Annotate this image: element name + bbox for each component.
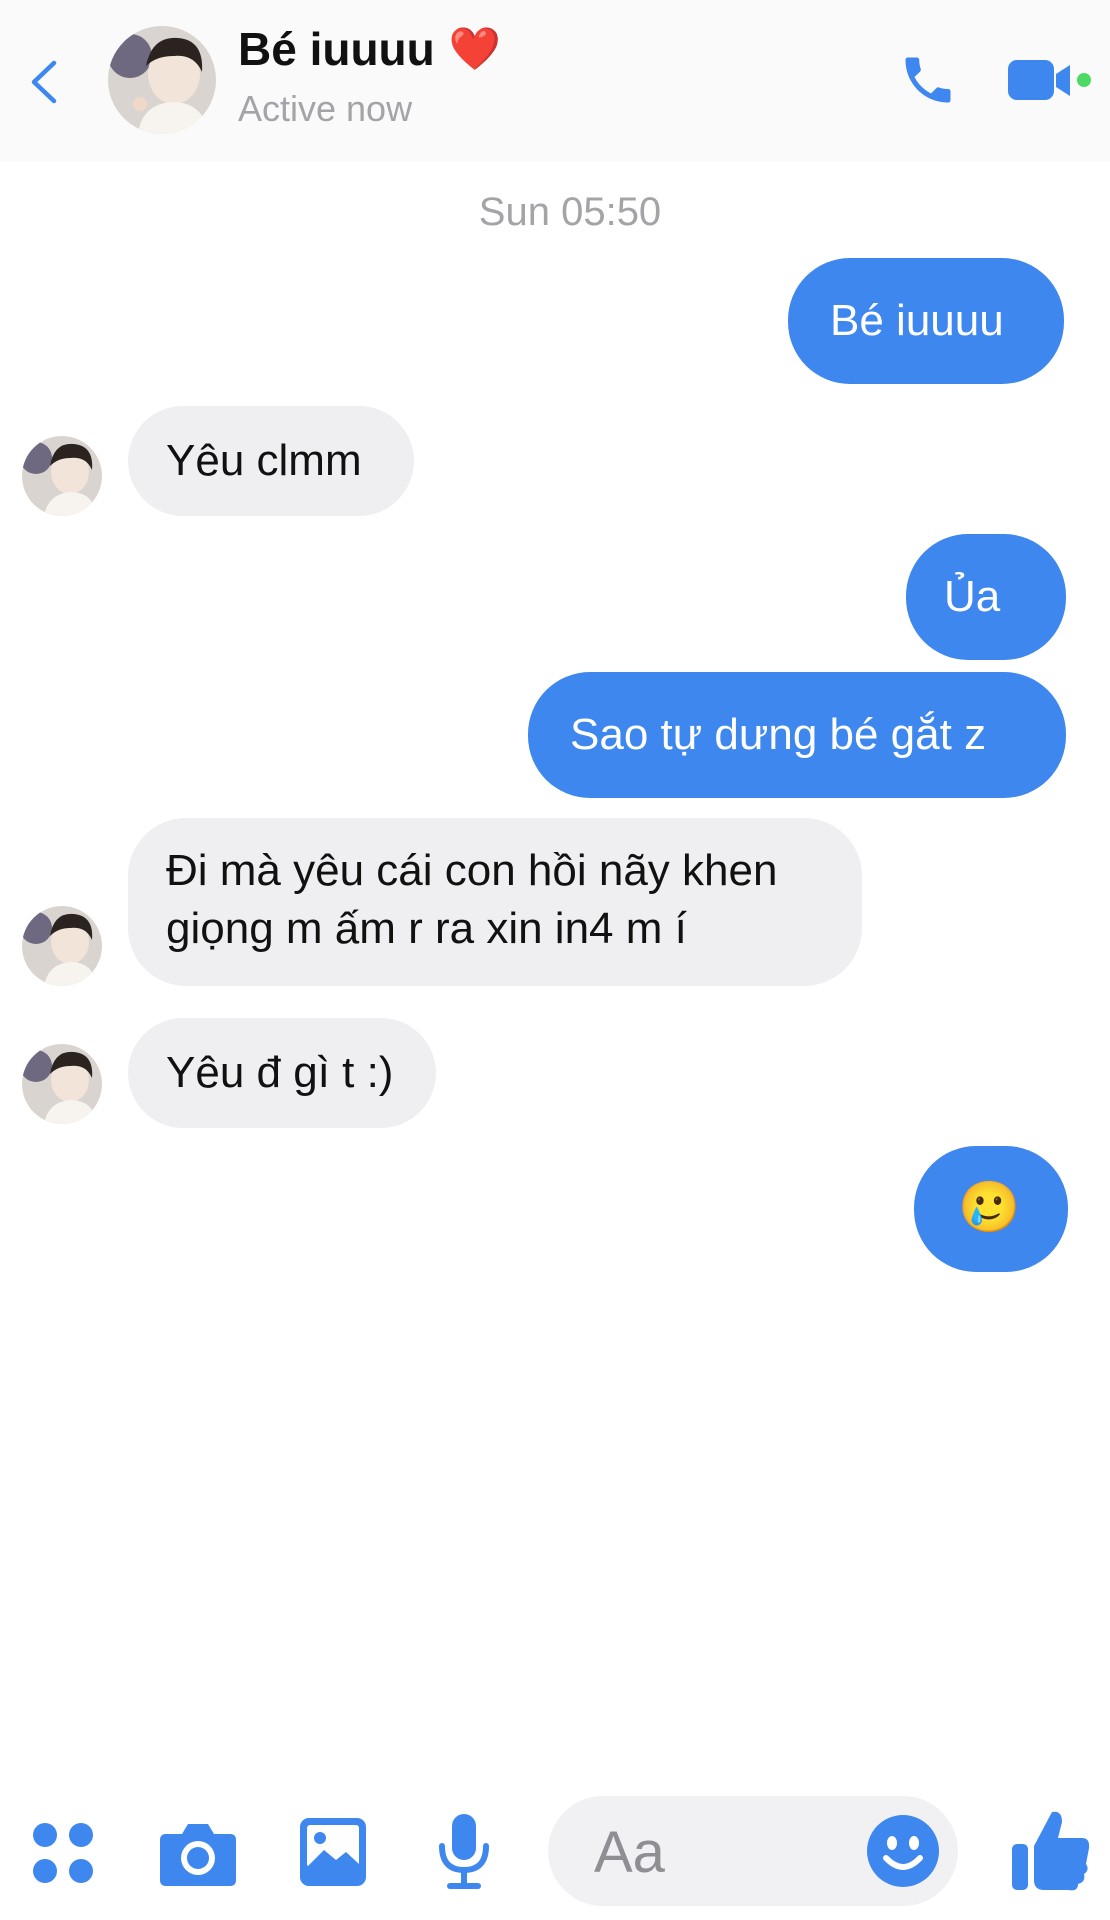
message-text: Ủa [944,572,1001,621]
back-button[interactable] [18,52,68,112]
apps-button[interactable] [30,1820,96,1886]
microphone-button[interactable] [436,1812,492,1892]
photo-button[interactable] [298,1816,368,1888]
message-text: Yêu clmm [166,436,362,485]
voice-call-button[interactable] [898,50,958,110]
contact-avatar[interactable] [108,26,216,134]
camera-icon [160,1824,236,1886]
apps-grid-icon [33,1823,93,1883]
message-input[interactable] [592,1818,846,1886]
smiling-face-with-tear-emoji: 🥲 [958,1179,1021,1235]
heart-emoji: ❤️ [448,24,502,72]
contact-avatar-small[interactable] [22,436,102,516]
like-button[interactable] [1010,1806,1092,1892]
video-camera-icon [1008,60,1091,100]
contact-avatar-small[interactable] [22,1044,102,1124]
incoming-message[interactable]: Đi mà yêu cái con hồi nãy khen giọng m ấ… [128,818,862,986]
message-composer[interactable] [548,1796,958,1906]
message-text: Yêu đ gì t :) [166,1048,394,1097]
back-chevron-icon [31,60,57,104]
message-text-line-1: Đi mà yêu cái con hồi nãy khen [166,846,778,895]
message-timestamp: Sun 05:50 [478,190,662,234]
camera-button[interactable] [158,1818,238,1888]
microphone-icon [439,1814,489,1889]
phone-icon [905,57,951,103]
message-text: Bé iuuuu [830,296,1004,345]
outgoing-message[interactable]: Bé iuuuu [788,258,1064,384]
contact-name: Bé iuuuu ❤️ [238,22,501,76]
outgoing-message[interactable]: Ủa [906,534,1066,660]
outgoing-message[interactable]: Sao tự dưng bé gắt z [528,672,1066,798]
chat-header: Bé iuuuu ❤️ Active now [0,0,1110,162]
photo-icon [300,1818,366,1886]
emoji-icon [867,1815,939,1887]
emoji-button[interactable] [866,1814,940,1888]
thumbs-up-icon [1012,1811,1090,1891]
message-text-line-2: giọng m ấm r ra xin in4 m í [166,904,687,953]
outgoing-emoji-message[interactable]: 🥲 [914,1146,1068,1272]
video-call-button[interactable] [1004,56,1094,106]
message-text: Sao tự dưng bé gắt z [570,710,987,759]
incoming-message[interactable]: Yêu clmm [128,406,414,516]
incoming-message[interactable]: Yêu đ gì t :) [128,1018,436,1128]
contact-avatar-small[interactable] [22,906,102,986]
contact-name-text: Bé iuuuu [238,23,435,75]
active-status: Active now [238,88,413,129]
